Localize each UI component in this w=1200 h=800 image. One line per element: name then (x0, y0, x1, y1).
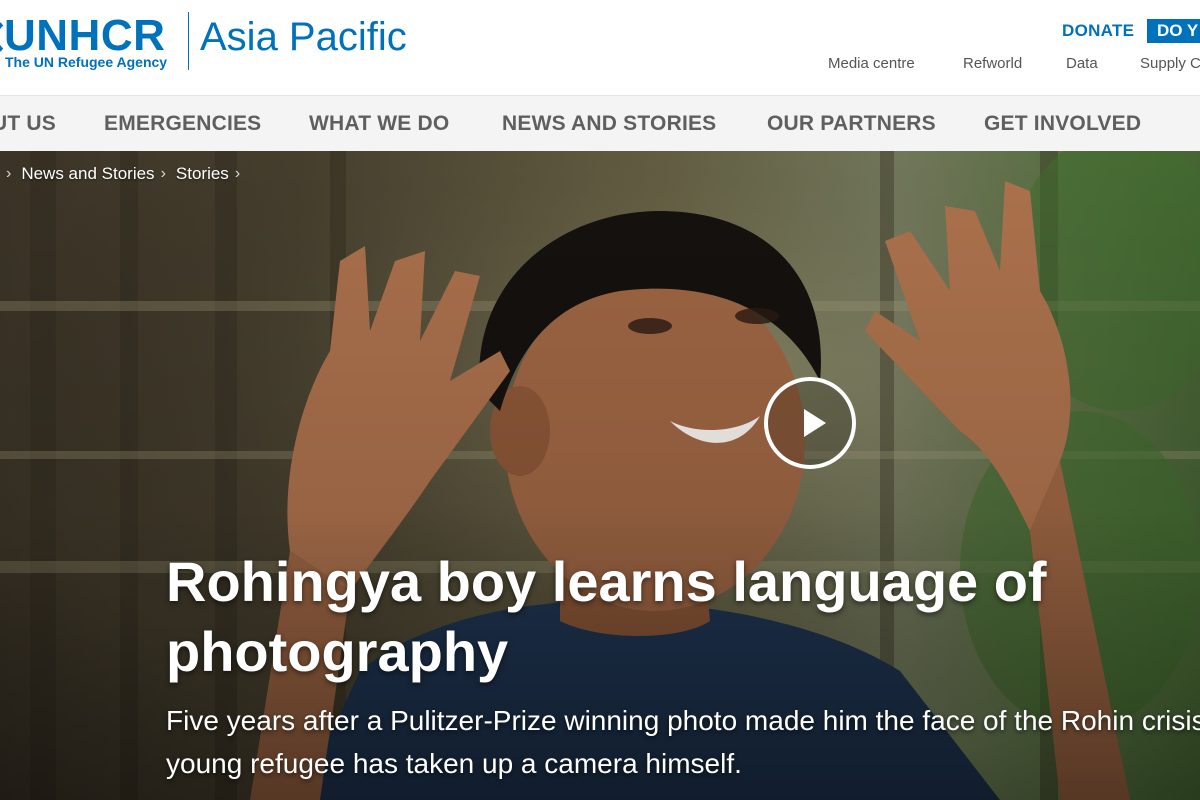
site-header: UNHCR The UN Refugee Agency Asia Pacific… (0, 0, 1200, 95)
nav-item-emergencies[interactable]: EMERGENCIES (104, 112, 261, 136)
nav-item-what-we-do[interactable]: WHAT WE DO (309, 112, 449, 136)
utility-link-media-centre[interactable]: Media centre (828, 54, 915, 74)
chevron-right-icon: › (6, 165, 12, 182)
chevron-right-icon: › (234, 165, 241, 182)
nav-item-our-partners[interactable]: OUR PARTNERS (767, 112, 936, 136)
breadcrumb-news-and-stories[interactable]: News and Stories (21, 163, 154, 185)
logo-divider (188, 12, 189, 70)
breadcrumb-stories[interactable]: Stories (176, 163, 229, 185)
cta-button[interactable]: DO Y (1147, 19, 1200, 43)
breadcrumb: › News and Stories › Stories › (0, 163, 250, 185)
hero-banner: › News and Stories › Stories › Rohingya … (0, 151, 1200, 800)
nav-item-about-us[interactable]: UT US (0, 112, 56, 136)
nav-item-news-and-stories[interactable]: NEWS AND STORIES (502, 112, 716, 136)
logo-tagline: The UN Refugee Agency (5, 54, 168, 70)
utility-link-supply[interactable]: Supply C (1140, 54, 1200, 74)
play-video-button[interactable] (764, 377, 856, 469)
hero-headline: Rohingya boy learns language of photogra… (166, 550, 1047, 683)
play-icon (804, 409, 826, 437)
region-title[interactable]: Asia Pacific (200, 14, 407, 60)
chevron-right-icon: › (160, 165, 166, 182)
hero-dek: Five years after a Pulitzer-Prize winnin… (166, 705, 1200, 779)
donate-link[interactable]: DONATE (1062, 20, 1134, 42)
logo-wordmark: UNHCR (4, 11, 166, 60)
main-nav: UT US EMERGENCIES WHAT WE DO NEWS AND ST… (0, 95, 1200, 151)
nav-item-get-involved[interactable]: GET INVOLVED (984, 112, 1141, 136)
utility-link-data[interactable]: Data (1066, 54, 1098, 74)
utility-link-refworld[interactable]: Refworld (963, 54, 1022, 74)
